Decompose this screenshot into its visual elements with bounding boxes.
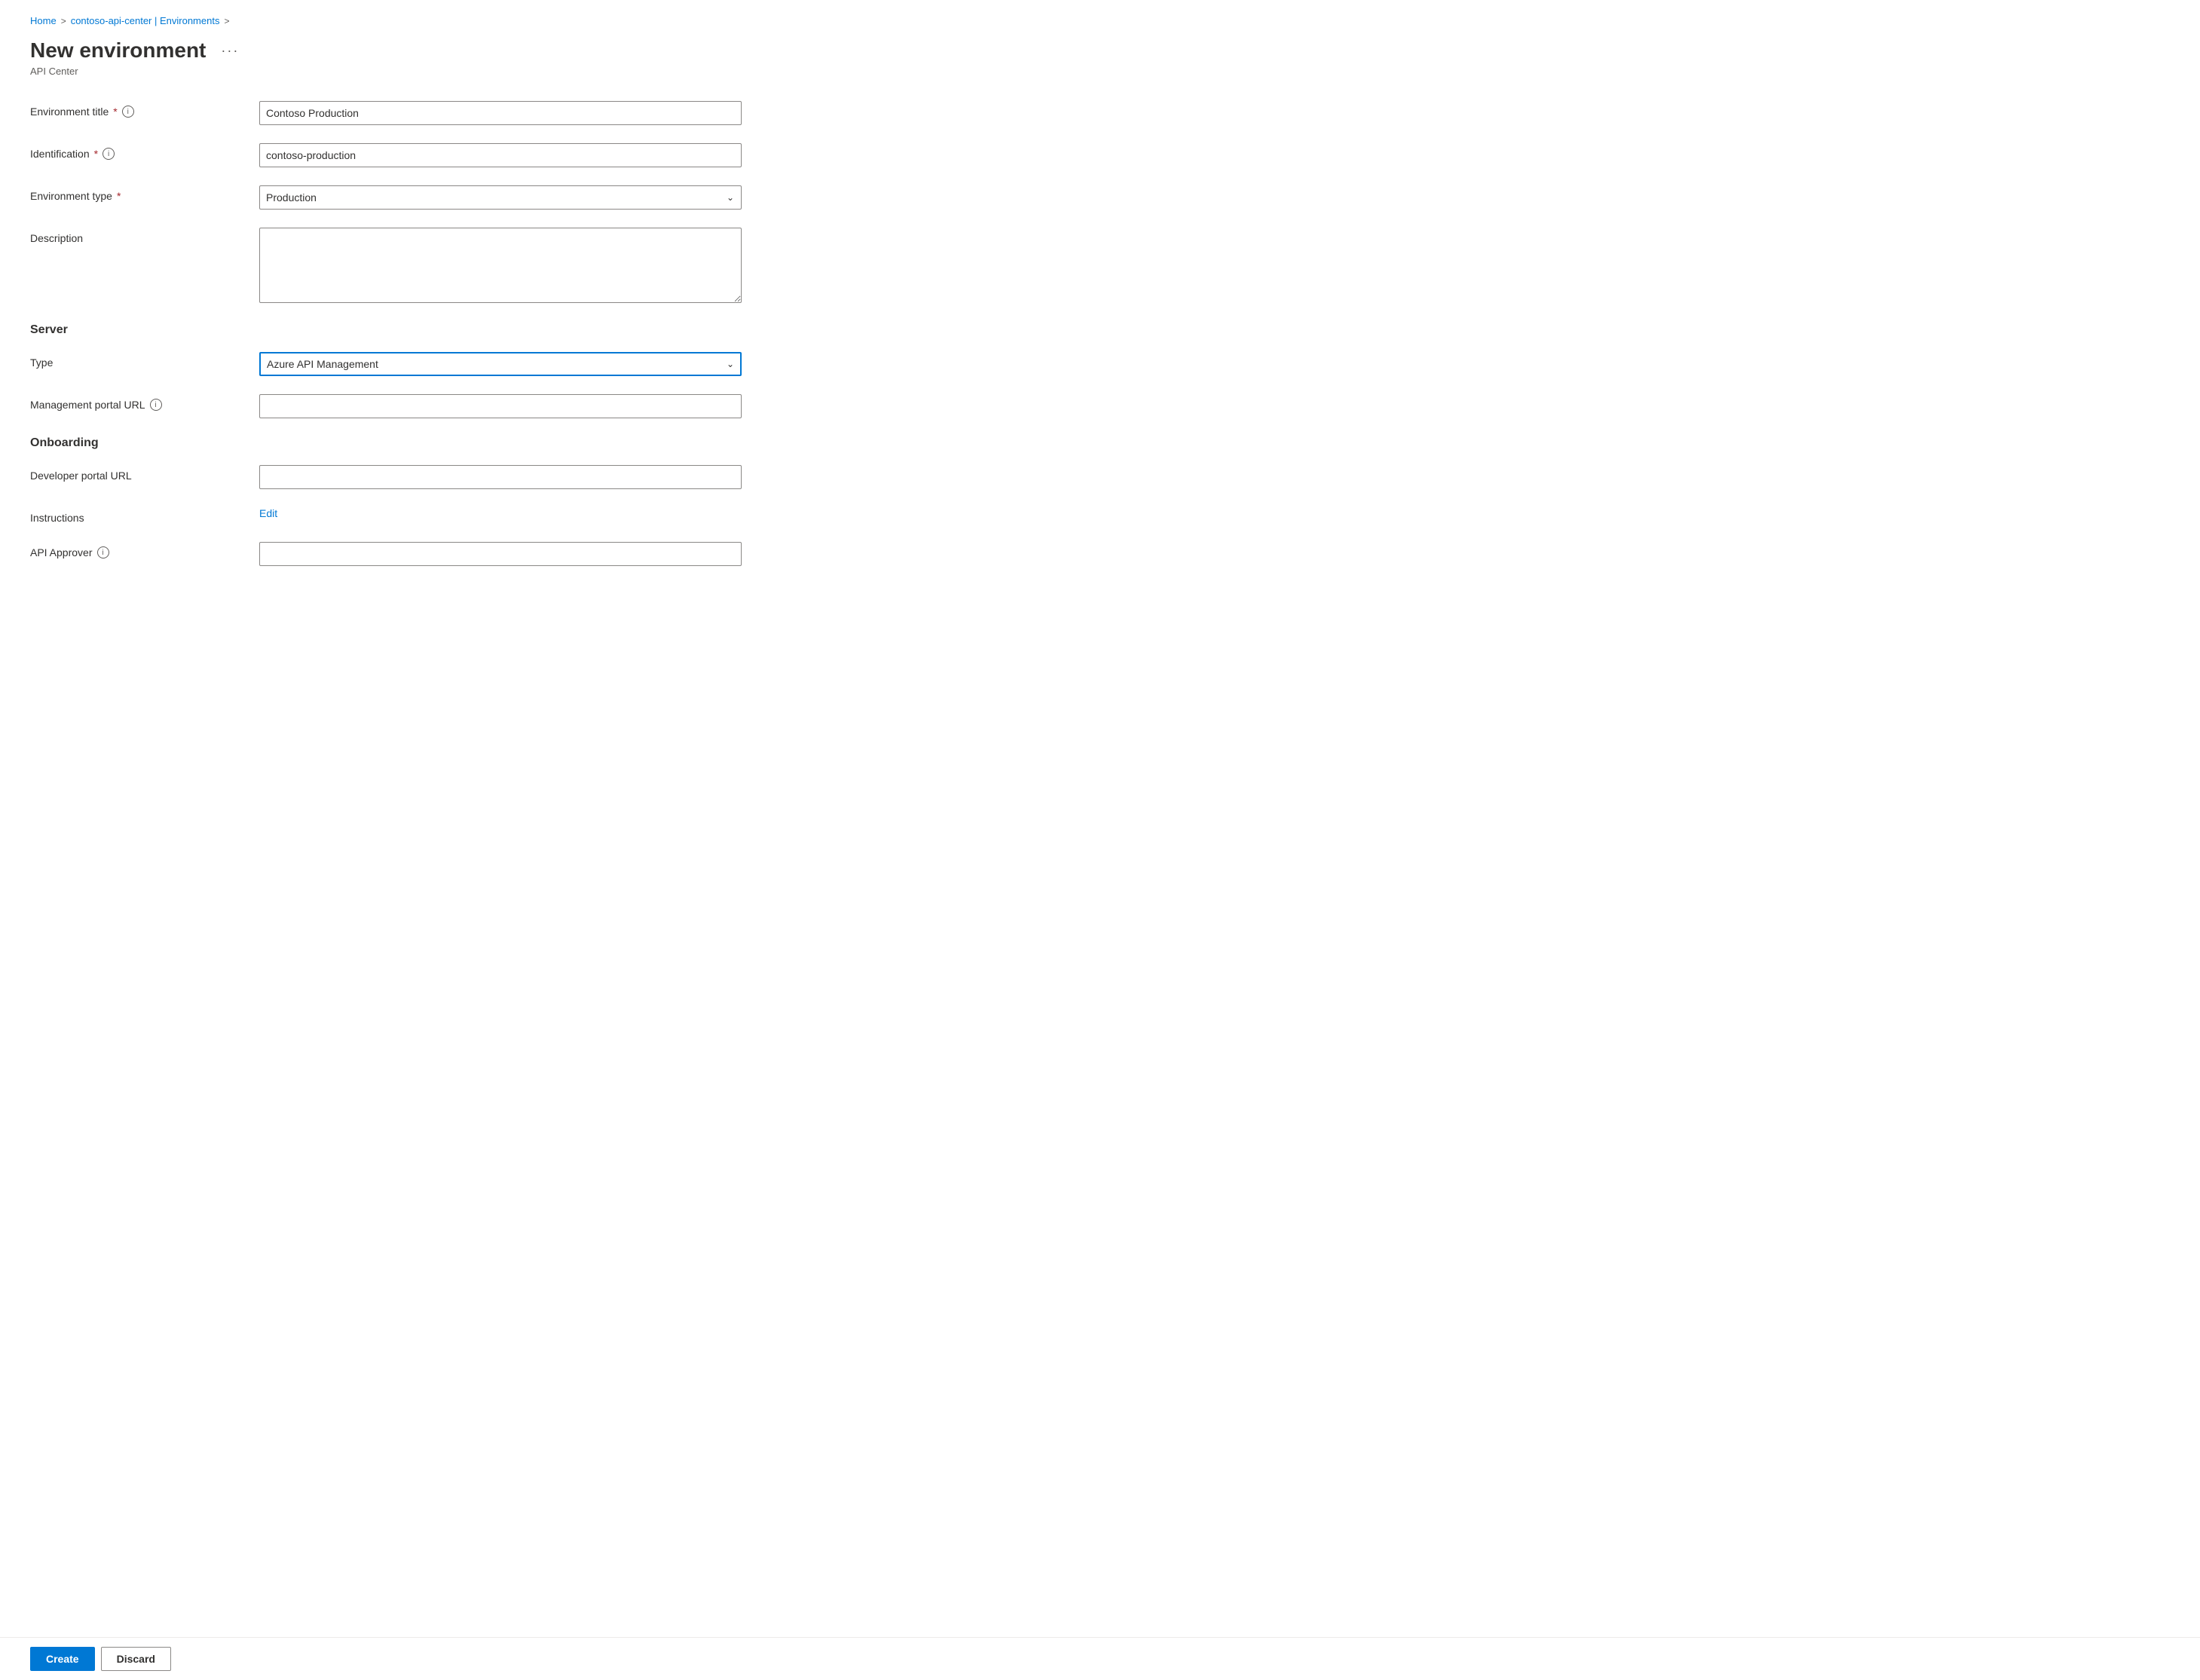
breadcrumb-separator-2: > [224, 16, 229, 26]
create-button[interactable]: Create [30, 1647, 95, 1671]
instructions-control: Edit [259, 507, 742, 519]
description-row: Description [30, 228, 874, 305]
page-header: New environment ··· [30, 38, 874, 63]
environment-title-control [259, 101, 742, 125]
environment-title-label: Environment title * i [30, 106, 241, 118]
developer-portal-url-input[interactable] [259, 465, 742, 489]
environment-type-select[interactable]: Production Staging Development Testing [259, 185, 742, 210]
api-approver-input[interactable] [259, 542, 742, 566]
page-subtitle: API Center [30, 66, 874, 77]
identification-required: * [94, 148, 98, 160]
environment-title-required: * [113, 106, 117, 118]
server-type-select[interactable]: Azure API Management Azure API Managemen… [259, 352, 742, 376]
breadcrumb-separator-1: > [61, 16, 66, 26]
management-portal-url-label-col: Management portal URL i [30, 394, 241, 411]
identification-label: Identification * i [30, 148, 241, 160]
environment-title-label-col: Environment title * i [30, 101, 241, 118]
instructions-edit-link[interactable]: Edit [259, 507, 277, 519]
management-portal-url-info-icon[interactable]: i [150, 399, 162, 411]
onboarding-section-heading: Onboarding [30, 436, 874, 450]
server-type-label-col: Type [30, 352, 241, 369]
management-portal-url-input[interactable] [259, 394, 742, 418]
server-type-control: Azure API Management Azure API Managemen… [259, 352, 742, 376]
identification-input[interactable] [259, 143, 742, 167]
server-type-label: Type [30, 357, 241, 369]
breadcrumb: Home > contoso-api-center | Environments… [30, 15, 874, 26]
management-portal-url-control [259, 394, 742, 418]
identification-control [259, 143, 742, 167]
server-type-row: Type Azure API Management Azure API Mana… [30, 352, 874, 376]
management-portal-url-label: Management portal URL i [30, 399, 241, 411]
discard-button[interactable]: Discard [101, 1647, 171, 1671]
developer-portal-url-control [259, 465, 742, 489]
page-title: New environment [30, 38, 206, 63]
developer-portal-url-row: Developer portal URL [30, 465, 874, 489]
environment-title-info-icon[interactable]: i [122, 106, 134, 118]
api-approver-label-col: API Approver i [30, 542, 241, 558]
identification-row: Identification * i [30, 143, 874, 167]
bottom-action-bar: Create Discard [0, 1637, 2200, 1680]
environment-type-label: Environment type * [30, 190, 241, 202]
description-textarea[interactable] [259, 228, 742, 303]
new-environment-form: Environment title * i Identification * i [30, 101, 874, 566]
instructions-label-col: Instructions [30, 507, 241, 524]
developer-portal-url-label-col: Developer portal URL [30, 465, 241, 482]
instructions-label: Instructions [30, 512, 241, 524]
api-approver-info-icon[interactable]: i [97, 546, 109, 558]
environment-type-label-col: Environment type * [30, 185, 241, 202]
description-label-col: Description [30, 228, 241, 244]
identification-label-col: Identification * i [30, 143, 241, 160]
instructions-row: Instructions Edit [30, 507, 874, 524]
more-options-button[interactable]: ··· [215, 40, 245, 62]
server-section-heading: Server [30, 323, 874, 337]
environment-type-select-wrapper: Production Staging Development Testing ⌄ [259, 185, 742, 210]
breadcrumb-environments[interactable]: contoso-api-center | Environments [71, 15, 220, 26]
identification-info-icon[interactable]: i [103, 148, 115, 160]
description-control [259, 228, 742, 305]
management-portal-url-row: Management portal URL i [30, 394, 874, 418]
environment-type-row: Environment type * Production Staging De… [30, 185, 874, 210]
api-approver-row: API Approver i [30, 542, 874, 566]
api-approver-control [259, 542, 742, 566]
server-type-select-wrapper: Azure API Management Azure API Managemen… [259, 352, 742, 376]
developer-portal-url-label: Developer portal URL [30, 470, 241, 482]
environment-title-row: Environment title * i [30, 101, 874, 125]
api-approver-label: API Approver i [30, 546, 241, 558]
environment-type-required: * [117, 190, 121, 202]
description-label: Description [30, 232, 241, 244]
environment-type-control: Production Staging Development Testing ⌄ [259, 185, 742, 210]
environment-title-input[interactable] [259, 101, 742, 125]
breadcrumb-home[interactable]: Home [30, 15, 57, 26]
